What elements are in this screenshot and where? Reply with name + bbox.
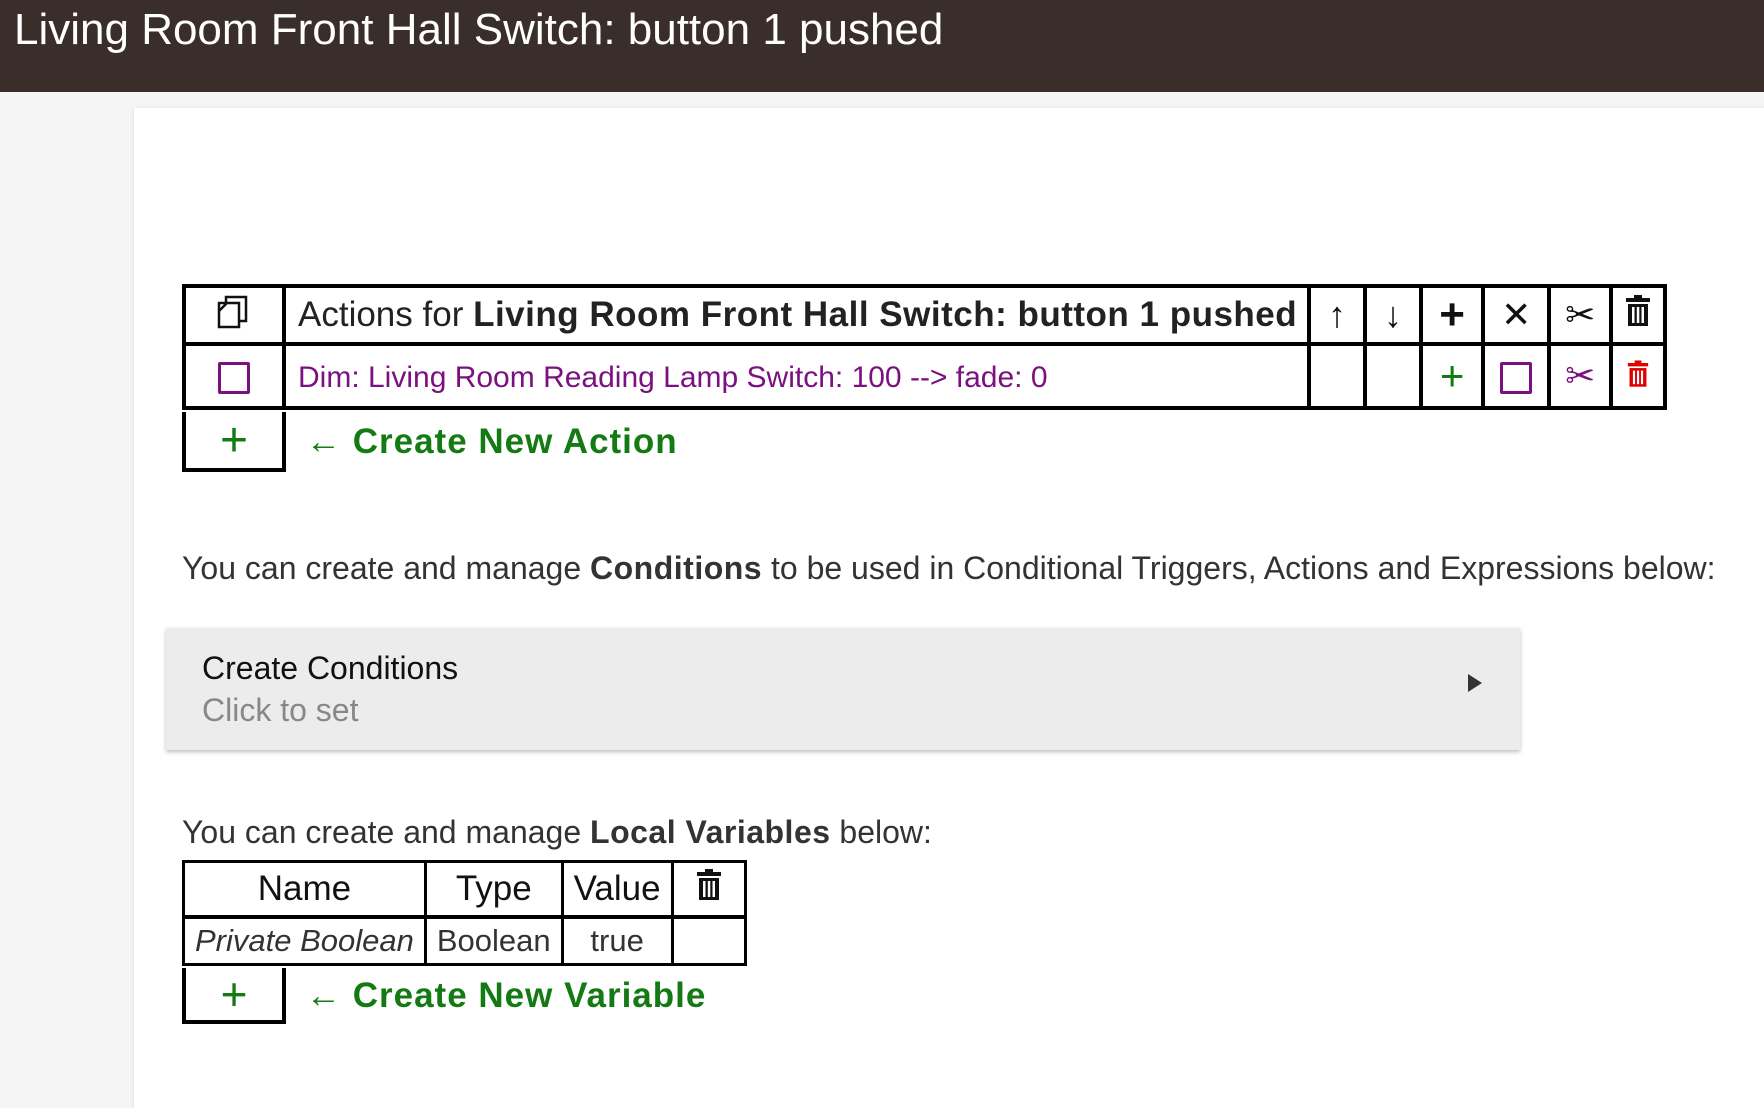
variable-delete-cell [670,915,747,966]
arrow-up-icon: ↑ [1328,294,1347,335]
trash-icon [1626,295,1651,326]
create-action-plus-button[interactable]: + [182,412,286,472]
action-row[interactable]: Dim: Living Room Reading Lamp Switch: 10… [182,342,1668,410]
variables-intro-bold: Local Variables [590,814,831,850]
delete-actions-button[interactable] [1609,284,1668,346]
insert-after-button[interactable]: + [1419,342,1486,410]
actions-header-name: Living Room Front Hall Switch: button 1 … [473,295,1298,334]
cut-action-button[interactable]: ✂ [1547,342,1614,410]
page-header: Living Room Front Hall Switch: button 1 … [0,0,1764,92]
cancel-selection-button[interactable]: ✕ [1481,284,1552,346]
actions-header: Actions for Living Room Front Hall Switc… [281,284,1312,346]
actions-header-prefix: Actions for [298,295,474,334]
create-new-variable-link[interactable]: ← Create New Variable [306,976,706,1016]
checkbox-icon [218,361,250,394]
action-check-button[interactable] [1481,342,1552,410]
variables-intro-rest: below: [830,814,932,850]
create-conditions-title: Create Conditions [202,650,459,686]
insert-action-button[interactable]: + [1419,284,1486,346]
column-header-name: Name [182,860,427,919]
cut-actions-button[interactable]: ✂ [1547,284,1614,346]
move-down-button[interactable]: ↓ [1363,284,1424,346]
variables-intro-text: You can create and manage [182,814,591,850]
create-variable-plus-button[interactable]: + [182,968,286,1024]
delete-action-button[interactable] [1609,342,1668,410]
create-conditions-button[interactable]: Create Conditions Click to set [166,628,1520,750]
chevron-right-icon [1468,674,1482,692]
action-empty-cell [1363,342,1424,410]
checkbox-icon [1500,361,1533,394]
variable-type: Boolean [423,915,564,966]
action-select-checkbox[interactable] [182,342,286,410]
trash-icon [1628,360,1649,387]
plus-icon: + [1439,290,1465,339]
variables-table: Name Type Value Private Boolean Boolean … [182,860,747,966]
conditions-intro-rest: to be used in Conditional Triggers, Acti… [762,550,1716,586]
delete-variables-button[interactable] [670,860,747,919]
actions-header-row: Actions for Living Room Front Hall Switc… [182,284,1668,346]
conditions-intro-text: You can create and manage [182,550,591,586]
page-title: Living Room Front Hall Switch: button 1 … [14,5,944,54]
create-variable-row: + ← Create New Variable [182,968,706,1024]
create-new-action-link[interactable]: ← Create New Action [306,422,678,462]
variables-intro: You can create and manage Local Variable… [182,814,932,851]
conditions-intro: You can create and manage Conditions to … [182,550,1716,587]
plus-icon: + [1439,352,1465,399]
plus-icon: + [220,968,248,1020]
copy-actions-button[interactable] [182,284,286,346]
scissors-icon: ✂ [1565,294,1596,335]
action-description[interactable]: Dim: Living Room Reading Lamp Switch: 10… [281,342,1312,410]
column-header-value: Value [560,860,674,919]
move-up-button[interactable]: ↑ [1307,284,1368,346]
create-conditions-subtitle: Click to set [202,692,359,728]
plus-icon: + [219,413,249,467]
scissors-icon: ✂ [1565,355,1596,396]
copy-icon [217,295,248,328]
actions-table: Actions for Living Room Front Hall Switc… [182,284,1668,410]
create-action-row: + ← Create New Action [182,412,678,472]
action-text: Dim: Living Room Reading Lamp Switch: 10… [298,360,1048,394]
table-row[interactable]: Private Boolean Boolean true [182,915,747,966]
close-icon: ✕ [1501,294,1532,335]
trash-icon [696,868,721,900]
conditions-intro-bold: Conditions [590,550,763,586]
variables-header-row: Name Type Value [182,860,747,919]
variable-value[interactable]: true [560,915,674,966]
arrow-down-icon: ↓ [1384,294,1403,335]
column-header-type: Type [423,860,564,919]
action-empty-cell [1307,342,1368,410]
variable-name[interactable]: Private Boolean [182,915,427,966]
